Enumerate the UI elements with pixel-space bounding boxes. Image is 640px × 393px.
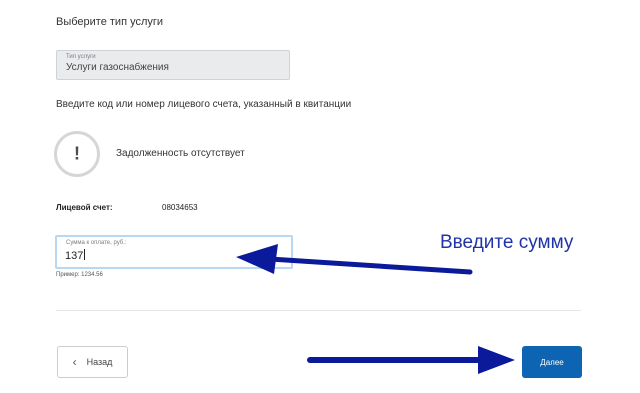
arrow-to-next-button (307, 346, 515, 374)
annotation-arrows (236, 244, 515, 374)
arrow-to-amount-field (236, 244, 473, 275)
